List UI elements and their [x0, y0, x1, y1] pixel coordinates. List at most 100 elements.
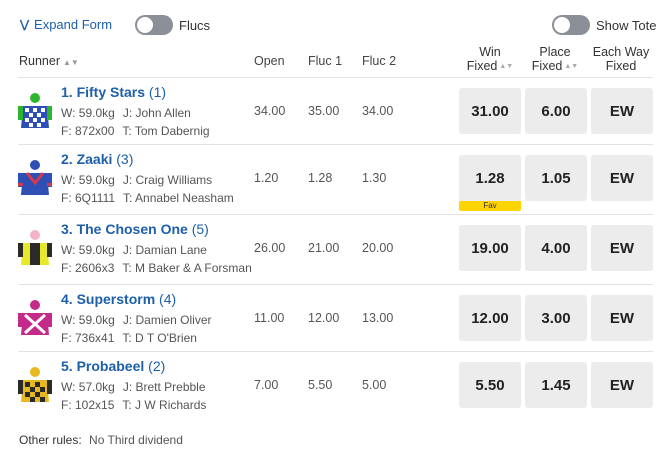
runner-name-link[interactable]: 4. Superstorm (4) — [61, 291, 176, 307]
barrier-number: (2) — [148, 358, 166, 374]
form: F: 736x41 — [61, 331, 115, 345]
win-odds-button[interactable]: 12.00 — [459, 295, 521, 341]
runner-form-trainer: F: 6Q1111 T: Annabel Neasham — [61, 191, 234, 205]
runner-form-trainer: F: 2606x3 T: M Baker & A Forsman — [61, 261, 252, 275]
open-price: 7.00 — [254, 378, 279, 392]
other-rules: Other rules: No Third dividend — [19, 433, 183, 447]
weight: W: 59.0kg — [61, 243, 115, 257]
fluc1-price: 35.00 — [308, 104, 340, 118]
runner-form-trainer: F: 102x15 T: J W Richards — [61, 398, 206, 412]
jockey: J: Damian Lane — [122, 243, 207, 257]
win-odds-button[interactable]: 31.00 — [459, 88, 521, 134]
barrier-number: (4) — [159, 291, 177, 307]
win-header-line2: Fixed — [466, 59, 498, 73]
jockey: J: John Allen — [122, 106, 191, 120]
runner-weight-jockey: W: 59.0kg J: John Allen — [61, 106, 191, 120]
show-tote-switch[interactable] — [552, 15, 590, 35]
weight: W: 59.0kg — [61, 313, 115, 327]
barrier-number: (3) — [116, 151, 134, 167]
runner-weight-jockey: W: 57.0kg J: Brett Prebble — [61, 380, 206, 394]
fluc1-price: 21.00 — [308, 241, 340, 255]
weight: W: 59.0kg — [61, 173, 115, 187]
form: F: 102x15 — [61, 398, 115, 412]
runner-row: 1. Fifty Stars (1) W: 59.0kg J: John Alle… — [18, 77, 653, 144]
trainer: T: M Baker & A Forsman — [122, 261, 252, 275]
each-way-button[interactable]: EW — [591, 88, 653, 134]
place-odds-button[interactable]: 3.00 — [525, 295, 587, 341]
place-fixed-column-header[interactable]: Place Fixed ▲▼ — [525, 45, 585, 74]
win-odds-button[interactable]: 19.00 — [459, 225, 521, 271]
win-odds-button[interactable]: 5.50 — [459, 362, 521, 408]
place-odds-button[interactable]: 1.05 — [525, 155, 587, 201]
trainer: T: J W Richards — [122, 398, 207, 412]
runner-form-trainer: F: 872x00 T: Tom Dabernig — [61, 124, 210, 138]
place-odds-button[interactable]: 4.00 — [525, 225, 587, 271]
place-odds-button[interactable]: 1.45 — [525, 362, 587, 408]
runner-name: 5. Probabeel — [61, 358, 145, 374]
runner-name: 4. Superstorm — [61, 291, 156, 307]
win-header-line1: Win — [479, 45, 501, 59]
runner-name-link[interactable]: 1. Fifty Stars (1) — [61, 84, 166, 100]
trainer: T: Annabel Neasham — [123, 191, 234, 205]
jockey: J: Craig Williams — [122, 173, 213, 187]
win-odds-button[interactable]: 1.28 — [459, 155, 521, 201]
runner-name: 1. Fifty Stars — [61, 84, 146, 100]
jockey: J: Brett Prebble — [122, 380, 206, 394]
jockey-silk-icon — [18, 93, 52, 128]
runner-column-header[interactable]: Runner ▲▼ — [19, 54, 79, 70]
form: F: 6Q1111 — [61, 191, 116, 205]
place-header-line2: Fixed — [531, 59, 563, 73]
each-way-button[interactable]: EW — [591, 225, 653, 271]
flucs-label: Flucs — [179, 17, 211, 33]
each-way-header-line2: Fixed — [605, 59, 637, 73]
barrier-number: (5) — [191, 221, 209, 237]
open-column-header: Open — [254, 54, 285, 68]
sort-icon: ▲▼ — [564, 62, 579, 70]
each-way-button[interactable]: EW — [591, 155, 653, 201]
each-way-button[interactable]: EW — [591, 362, 653, 408]
form: F: 872x00 — [61, 124, 115, 138]
sort-icon: ▲▼ — [499, 62, 514, 70]
runner-weight-jockey: W: 59.0kg J: Damian Lane — [61, 243, 207, 257]
runner-weight-jockey: W: 59.0kg J: Damien Oliver — [61, 313, 212, 327]
other-rules-label: Other rules: — [19, 433, 82, 447]
runner-form-trainer: F: 736x41 T: D T O'Brien — [61, 331, 197, 345]
fluc2-price: 1.30 — [362, 171, 387, 185]
weight: W: 59.0kg — [61, 106, 115, 120]
runner-row: 5. Probabeel (2) W: 57.0kg J: Brett Prebb… — [18, 351, 653, 418]
runner-weight-jockey: W: 59.0kg J: Craig Williams — [61, 173, 212, 187]
show-tote-label: Show Tote — [596, 17, 657, 33]
flucs-toggle[interactable]: Flucs — [135, 15, 210, 35]
runner-name-link[interactable]: 3. The Chosen One (5) — [61, 221, 209, 237]
jockey-silk-icon — [18, 300, 52, 335]
open-price: 1.20 — [254, 171, 279, 185]
jockey-silk-icon — [18, 160, 52, 195]
show-tote-toggle[interactable]: Show Tote — [552, 15, 656, 35]
form: F: 2606x3 — [61, 261, 115, 275]
fluc1-column-header: Fluc 1 — [308, 54, 343, 68]
open-price: 34.00 — [254, 104, 286, 118]
runner-name-link[interactable]: 2. Zaaki (3) — [61, 151, 133, 167]
trainer: T: Tom Dabernig — [122, 124, 210, 138]
jockey: J: Damien Oliver — [122, 313, 212, 327]
runner-name-link[interactable]: 5. Probabeel (2) — [61, 358, 165, 374]
favourite-badge: Fav — [459, 201, 521, 211]
other-rules-value: No Third dividend — [89, 433, 183, 447]
jockey-silk-icon — [18, 367, 52, 402]
each-way-button[interactable]: EW — [591, 295, 653, 341]
expand-form-label: Expand Form — [34, 17, 113, 32]
place-odds-button[interactable]: 6.00 — [525, 88, 587, 134]
barrier-number: (1) — [148, 84, 167, 100]
double-chevron-down-icon: ⋁ — [20, 19, 30, 31]
each-way-header-line1: Each Way — [592, 45, 650, 59]
fluc2-column-header: Fluc 2 — [362, 54, 397, 68]
win-fixed-column-header[interactable]: Win Fixed ▲▼ — [460, 45, 520, 74]
expand-form-button[interactable]: ⋁ Expand Form — [20, 17, 112, 32]
fluc2-price: 5.00 — [362, 378, 387, 392]
runner-row: 2. Zaaki (3) W: 59.0kg J: Craig Williams … — [18, 144, 653, 211]
table-header: Runner ▲▼ Open Fluc 1 Fluc 2 Win Fixed ▲▼ … — [0, 42, 669, 77]
runner-name: 2. Zaaki — [61, 151, 113, 167]
fluc2-price: 13.00 — [362, 311, 394, 325]
flucs-switch[interactable] — [135, 15, 173, 35]
fluc1-price: 12.00 — [308, 311, 340, 325]
